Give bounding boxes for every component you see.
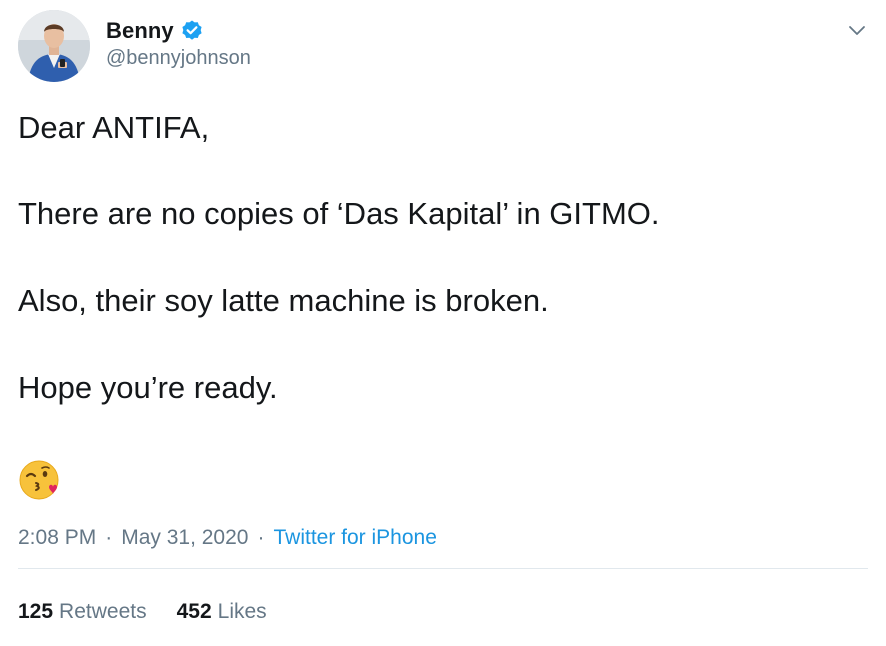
divider	[18, 568, 868, 569]
tweet-meta: 2:08 PM · May 31, 2020 · Twitter for iPh…	[18, 526, 437, 550]
tweet-text-line: Also, their soy latte machine is broken.	[18, 283, 549, 318]
avatar[interactable]	[18, 10, 90, 82]
author-handle[interactable]: @bennyjohnson	[106, 47, 251, 70]
tweet-stats: 125 Retweets 452 Likes	[18, 600, 267, 624]
likes-stat[interactable]: 452 Likes	[177, 600, 267, 624]
meta-separator: ·	[257, 526, 265, 549]
likes-count: 452	[176, 600, 212, 623]
tweet-text-line: Dear ANTIFA,	[18, 110, 210, 145]
likes-label: Likes	[217, 600, 267, 623]
retweets-label: Retweets	[59, 600, 147, 623]
tweet-source-link[interactable]: Twitter for iPhone	[273, 526, 436, 550]
tweet-time[interactable]: 2:08 PM	[18, 526, 96, 550]
tweet-text-line: Hope you’re ready.	[18, 370, 278, 405]
verified-badge-icon	[180, 19, 204, 43]
meta-separator: ·	[105, 526, 113, 549]
tweet-date[interactable]: May 31, 2020	[121, 526, 248, 550]
tweet-card: Benny @bennyjohnson Dear ANTIFA, There a…	[0, 0, 886, 646]
author-name-row[interactable]: Benny	[106, 17, 204, 45]
display-name[interactable]: Benny	[106, 18, 174, 44]
retweets-count: 125	[18, 600, 54, 623]
kissing-face-with-heart-emoji	[18, 458, 62, 502]
retweets-stat[interactable]: 125 Retweets	[18, 600, 147, 624]
chevron-down-icon[interactable]	[846, 19, 868, 41]
avatar-photo	[18, 10, 90, 82]
tweet-text-line: There are no copies of ‘Das Kapital’ in …	[18, 196, 660, 231]
